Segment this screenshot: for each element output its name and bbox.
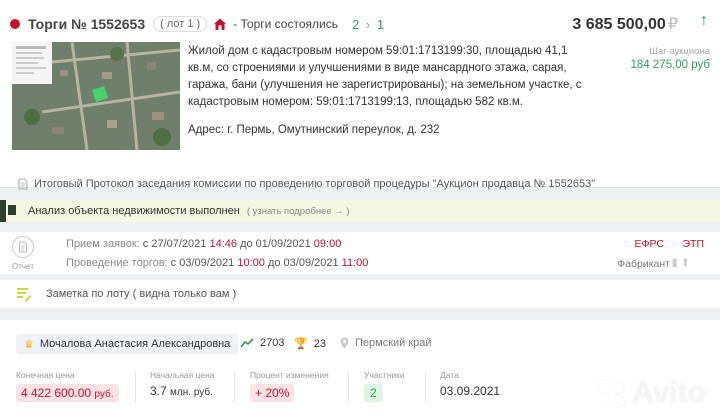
price-change-value: + 20% bbox=[250, 384, 295, 402]
lot-number-tag: ( лот 1 ) bbox=[153, 16, 208, 32]
divider bbox=[135, 372, 136, 402]
final-price-value: 4 422 600.00 bbox=[21, 386, 92, 400]
lot-title[interactable]: Торги № 1552653 bbox=[28, 16, 145, 32]
auction-status: - Торги состоялись bbox=[233, 17, 338, 31]
avito-watermark: Avito bbox=[596, 376, 706, 410]
lot-address: Адрес: г. Пермь, Омутнинский переулок, д… bbox=[188, 124, 440, 136]
avito-logo-icon bbox=[596, 378, 628, 408]
start-price-value: 3.7 bbox=[150, 384, 167, 398]
application-end-time: 09:00 bbox=[313, 238, 342, 250]
final-price-label: Конечная цена bbox=[16, 370, 75, 380]
application-start-time: 14:46 bbox=[209, 238, 238, 250]
lot-card: Торги № 1552653 ( лот 1 ) - Торги состоя… bbox=[0, 0, 720, 190]
divider bbox=[425, 372, 426, 402]
winner-chip[interactable]: ♛ Мочалова Анастасия Александровна bbox=[16, 334, 239, 354]
views-count: 2703 bbox=[260, 337, 285, 349]
analysis-text-wrap: Анализ объекта недвижимости выполнен ( у… bbox=[28, 205, 350, 217]
document-icon bbox=[18, 178, 28, 190]
arrow-up-icon: ↑ bbox=[700, 12, 708, 29]
house-icon bbox=[214, 18, 227, 30]
location-pin-icon bbox=[340, 337, 349, 349]
trading-end-date: до 03/09/2021 bbox=[267, 257, 339, 269]
application-end-date: до 01/09/2021 bbox=[240, 238, 311, 250]
region-name: Пермский край bbox=[355, 337, 432, 349]
report-icon[interactable] bbox=[12, 236, 34, 258]
price-change-label: Процент изменения bbox=[250, 370, 329, 380]
current-price: 3 685 500,00 ₽ bbox=[572, 14, 678, 34]
protocol-link[interactable]: Итоговый Протокол заседания комиссии по … bbox=[18, 178, 595, 190]
auction-dates: Отчет Прием заявок: с 27/07/2021 14:46 д… bbox=[0, 232, 720, 274]
note-edit-icon bbox=[17, 288, 32, 302]
crown-icon: ♛ bbox=[24, 338, 34, 351]
report-label: Отчет bbox=[12, 262, 34, 271]
status-dot bbox=[10, 19, 20, 29]
final-price-pill: 4 422 600.00 руб. bbox=[16, 384, 119, 402]
lot-note[interactable]: Заметка по лоту ( видна только вам ) bbox=[0, 280, 720, 308]
final-price-unit: руб. bbox=[94, 389, 114, 400]
trading-period-label: Проведение торгов: bbox=[66, 257, 168, 269]
lot-header: Торги № 1552653 ( лот 1 ) - Торги состоя… bbox=[10, 10, 710, 38]
steps-first: 2 bbox=[351, 16, 360, 32]
trophy-icon: 🏆 bbox=[294, 338, 308, 350]
lot-description: Жилой дом с кадастровым номером 59:01:17… bbox=[188, 45, 582, 108]
wins-stat: 🏆 23 bbox=[294, 337, 326, 351]
auction-steps: 2 › 1 bbox=[352, 17, 384, 32]
analysis-text: Анализ объекта недвижимости выполнен bbox=[28, 205, 240, 217]
etp-link[interactable]: ЭТП bbox=[682, 238, 704, 250]
note-placeholder: Заметка по лоту ( видна только вам ) bbox=[46, 288, 237, 300]
region-stat: Пермский край bbox=[340, 337, 432, 349]
application-start-date: с 27/07/2021 bbox=[142, 238, 207, 250]
divider bbox=[348, 372, 349, 402]
participants: Участники 2 bbox=[364, 370, 405, 402]
auction-step-value: 184 275,00 руб bbox=[630, 59, 710, 71]
final-price: Конечная цена 4 422 600.00 руб. bbox=[16, 370, 119, 402]
platform-name: Фабрикант bbox=[617, 258, 670, 270]
start-price-unit: млн. руб. bbox=[170, 387, 213, 398]
trading-start-time: 10:00 bbox=[237, 257, 265, 269]
bookmark-icon bbox=[8, 205, 16, 215]
auction-step-label: Шаг аукциона bbox=[649, 46, 710, 57]
trading-start-date: с 03/09/2021 bbox=[170, 257, 235, 269]
participants-label: Участники bbox=[364, 370, 405, 380]
steps-second: 1 bbox=[376, 16, 385, 32]
currency-symbol: ₽ bbox=[667, 16, 678, 33]
price-value: 3 685 500,00 bbox=[572, 16, 666, 33]
chart-line-icon bbox=[240, 338, 254, 348]
start-price-label: Начальная цена bbox=[150, 370, 215, 380]
chevron-right-icon: › bbox=[365, 16, 371, 32]
wins-count: 23 bbox=[313, 337, 326, 350]
auction-date-value: 03.09.2021 bbox=[440, 384, 501, 398]
analysis-more-link[interactable]: ( узнать подробнее → ) bbox=[247, 206, 350, 217]
views-stat: 2703 bbox=[240, 337, 284, 349]
analysis-banner: Анализ объекта недвижимости выполнен ( у… bbox=[0, 200, 720, 222]
trading-period: Проведение торгов: с 03/09/2021 10:00 до… bbox=[66, 257, 368, 269]
divider bbox=[234, 372, 235, 402]
protocol-text: Итоговый Протокол заседания комиссии по … bbox=[34, 178, 596, 190]
auction-date: Дата 03.09.2021 bbox=[440, 370, 500, 398]
cadastral-map-thumbnail[interactable] bbox=[12, 42, 180, 150]
winner-name: Мочалова Анастасия Александровна bbox=[39, 338, 231, 350]
application-period: Прием заявок: с 27/07/2021 14:46 до 01/0… bbox=[66, 238, 341, 250]
start-price: Начальная цена 3.7 млн. руб. bbox=[150, 370, 215, 398]
trading-end-time: 11:00 bbox=[341, 257, 369, 269]
participants-count: 2 bbox=[364, 384, 383, 402]
application-period-label: Прием заявок: bbox=[66, 238, 140, 250]
avito-wordmark: Avito bbox=[632, 376, 706, 409]
efrs-link[interactable]: ЕФРС bbox=[635, 238, 664, 250]
platform-icons[interactable]: ▮ ⬆ bbox=[672, 256, 690, 269]
auction-date-label: Дата bbox=[440, 370, 459, 380]
price-change: Процент изменения + 20% bbox=[250, 370, 329, 402]
